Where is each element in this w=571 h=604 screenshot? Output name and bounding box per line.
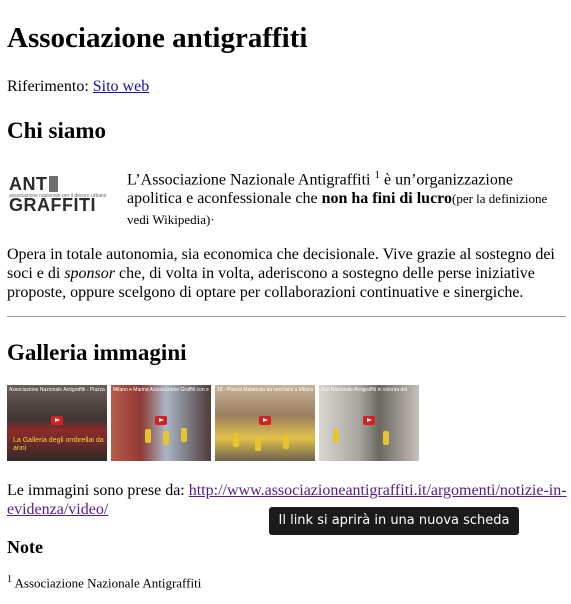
website-link[interactable]: Sito web	[93, 78, 149, 95]
intro-small: (per la definizione	[452, 191, 548, 207]
figure-shape	[383, 431, 389, 445]
figure-shape	[283, 435, 289, 449]
section-heading-about: Chi siamo	[7, 118, 107, 143]
intro-part1: L’Associazione Nazionale Antigraffiti	[127, 171, 371, 189]
para-em: sponsor	[64, 265, 116, 282]
source-label: Le immagini sono prese da:	[7, 482, 185, 499]
footnote-item: 1 Associazione Nazionale Antigraffiti	[7, 574, 201, 591]
figure-shape	[333, 429, 339, 443]
intro-line3: vedi Wikipedia)·	[127, 212, 215, 228]
figure-shape	[255, 437, 261, 451]
section-heading-gallery: Galleria immagini	[7, 340, 187, 365]
thumbnail-caption: 18 - Piazza Malatesta da vent'anni a Mil…	[217, 387, 313, 393]
footnote-ref[interactable]: 1	[374, 169, 380, 181]
play-icon	[51, 416, 63, 425]
thumbnail-caption: Associazione Nazionale Antigraffiti - Pi…	[9, 387, 105, 393]
building-icon	[48, 176, 58, 192]
play-icon	[363, 416, 375, 425]
intro-text: L’Associazione Nazionale Antigraffiti 1 …	[127, 166, 557, 208]
video-thumbnail-3[interactable]: 18 - Piazza Malatesta da vent'anni a Mil…	[215, 385, 315, 461]
video-thumbnail-2[interactable]: Milano e Marina Associazione Graffiti co…	[111, 385, 211, 461]
antigraffiti-logo: ANTGRAFFITI associazione nazionale per i…	[9, 174, 124, 215]
section-heading-notes: Note	[7, 537, 43, 557]
footnote-number: 1	[7, 574, 12, 585]
figure-shape	[181, 428, 187, 442]
thumbnail-overlay-text: La Galleria degli ombrellai da anni	[13, 437, 104, 452]
divider	[7, 316, 566, 317]
thumbnail-caption: Ass Nazionale Antigraffiti in volonta de…	[321, 387, 408, 393]
reference-line: Riferimento: Sito web	[7, 78, 149, 96]
intro-bold: non ha fini di lucro	[321, 190, 452, 208]
video-thumbnail-4[interactable]: Ass Nazionale Antigraffiti in volonta de…	[319, 385, 419, 461]
about-paragraph: Opera in totale autonomia, sia economica…	[7, 245, 563, 302]
reference-label: Riferimento:	[7, 78, 89, 95]
play-icon	[155, 416, 167, 425]
new-tab-tooltip: Il link si aprirà in una nuova scheda	[269, 507, 519, 535]
figure-shape	[163, 431, 169, 445]
logo-text-ant: ANT	[9, 174, 48, 194]
logo-subtitle: associazione nazionale per il decoro urb…	[9, 193, 107, 199]
thumbnail-caption: Milano e Marina Associazione Graffiti co…	[113, 387, 209, 393]
intro-end: ·	[210, 212, 215, 227]
page-title: Associazione antigraffiti	[7, 22, 308, 54]
figure-shape	[233, 433, 239, 447]
wikipedia-ref: vedi Wikipedia)	[127, 212, 211, 227]
figure-shape	[145, 429, 151, 443]
play-icon	[259, 416, 271, 425]
footnote-text: Associazione Nazionale Antigraffiti	[14, 575, 202, 591]
video-thumbnail-1[interactable]: Associazione Nazionale Antigraffiti - Pi…	[7, 385, 107, 461]
